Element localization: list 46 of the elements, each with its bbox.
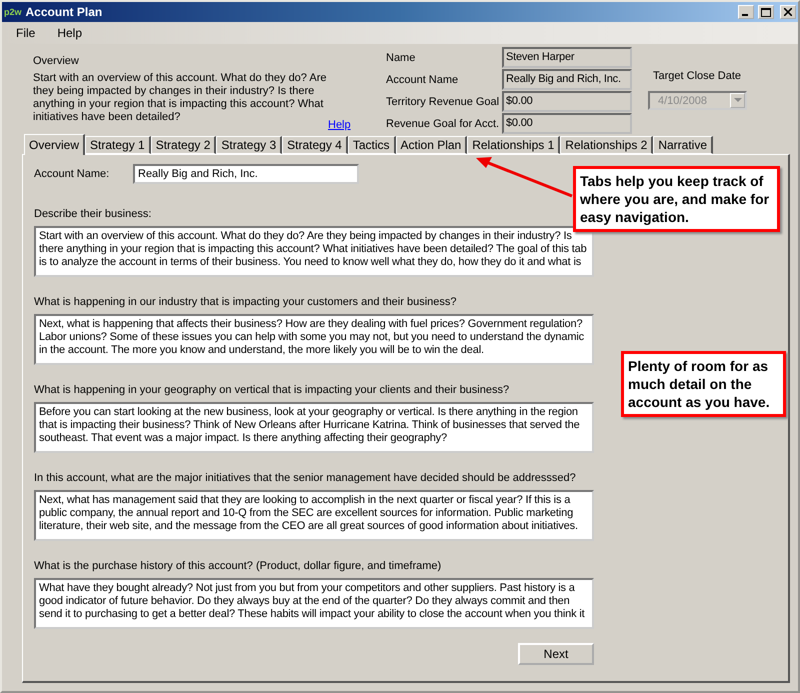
window-title: Account Plan [26,5,104,19]
tab[interactable]: Tactics [348,136,396,154]
menu-item[interactable]: File [16,26,36,40]
question-label: What is the purchase history of this account? (Product, dollar figure, and timeframe) [34,560,442,572]
tab[interactable]: Narrative [653,136,714,154]
question-label: What is happening in your geography on vertical that is impacting your clients and their business? [34,384,510,396]
answer-box[interactable]: Start with an overview of this account. What do they do? Are they being impacted by changes in their industry? Is there anything in your region that is impacting this account? What initiatives have been detailed? The goal of this tab is to analyze the account in terms of their business. You need to know well what they do, how they do it and what is [34,226,594,277]
next-button[interactable]: Next [518,643,594,665]
tab[interactable]: Strategy 2 [150,136,216,154]
help-link[interactable]: Help [328,119,351,131]
field-label: Territory Revenue Goal [386,94,500,110]
caret-icon [734,98,742,103]
minimize-button[interactable] [738,5,754,19]
close-icon [784,8,792,16]
maximize-button[interactable] [758,5,774,19]
readonly-field[interactable]: $0.00 [502,113,632,134]
tab[interactable]: Strategy 4 [282,136,348,154]
overview-text: Start with an overview of this account. What do they do? Are they being impacted by changes in their industry? Is there anything in your region that is impacting this account? What initiatives have been detailed? [33,72,328,124]
question-label: In this account, what are the major initiatives that the senior management have decided should be addresssed? [34,472,577,484]
tab[interactable]: Relationships 1 [467,136,560,154]
callout-note: Tabs help you keep track of where you are, and make for easy navigation. [573,166,780,232]
field-label: Account Name [386,72,460,88]
tab[interactable]: Action Plan [396,136,468,154]
answer-box[interactable]: Before you can start looking at the new business, look at your geography or vertical. Is there anything in the region that is impacting their business? Think of New Orleans after Hurricane Katrina. Think of businesses that served the southeast. That event was a major impact. Is there anything affecting their geography? [34,402,594,453]
tab[interactable]: Relationships 2 [560,136,654,154]
field-label: Revenue Goal for Acct. [386,116,500,132]
readonly-field[interactable]: Steven Harper [502,47,632,68]
tab[interactable]: Strategy 1 [85,136,151,154]
field-label: Target Close Date [652,70,742,82]
field-label: Account Name: [34,168,110,180]
field-label: Name [386,50,416,66]
answer-box[interactable]: Next, what has management said that they are looking to accomplish in the next quarter or fiscal year? If this is a public company, the annual report and 10-Q from the SEC are excellent sources for information. Public marketing literature, their web site, and the message from the CEO are all great sources of good information about initiatives. [34,490,594,541]
menu-item[interactable]: Help [57,26,82,40]
answer-box[interactable]: Next, what is happening that affects their business? How are they dealing with fuel prices? Government regulation? Labor unions? Some of these issues you can help with some you may not, but you need to understand the dynamic in the account. The more you know and understand, the more likely you will be to win the deal. [34,314,594,365]
readonly-field[interactable]: Really Big and Rich, Inc. [502,69,632,90]
close-button[interactable] [780,5,796,19]
account-name-field[interactable]: Really Big and Rich, Inc. [133,164,359,184]
overview-title: Overview [33,55,80,67]
app-logo: p2w [4,7,22,17]
tab[interactable]: Strategy 3 [216,136,282,154]
question-label: What is happening in our industry that is impacting your customers and their business? [34,296,458,308]
maximize-icon [761,8,771,16]
tab[interactable]: Overview [24,134,86,155]
callout-note: Plenty of room for as much detail on the account as you have. [621,351,786,417]
readonly-field[interactable]: $0.00 [502,91,632,112]
answer-box[interactable]: What have they bought already? Not just from you but from your competitors and other suppliers. Past history is a good indicator of future behavior. Do they always buy at the end of the quarter? Do they always commit and then send it to purchasing to get a better deal? These habits will impact your ability to close the account when you think it [34,578,594,629]
